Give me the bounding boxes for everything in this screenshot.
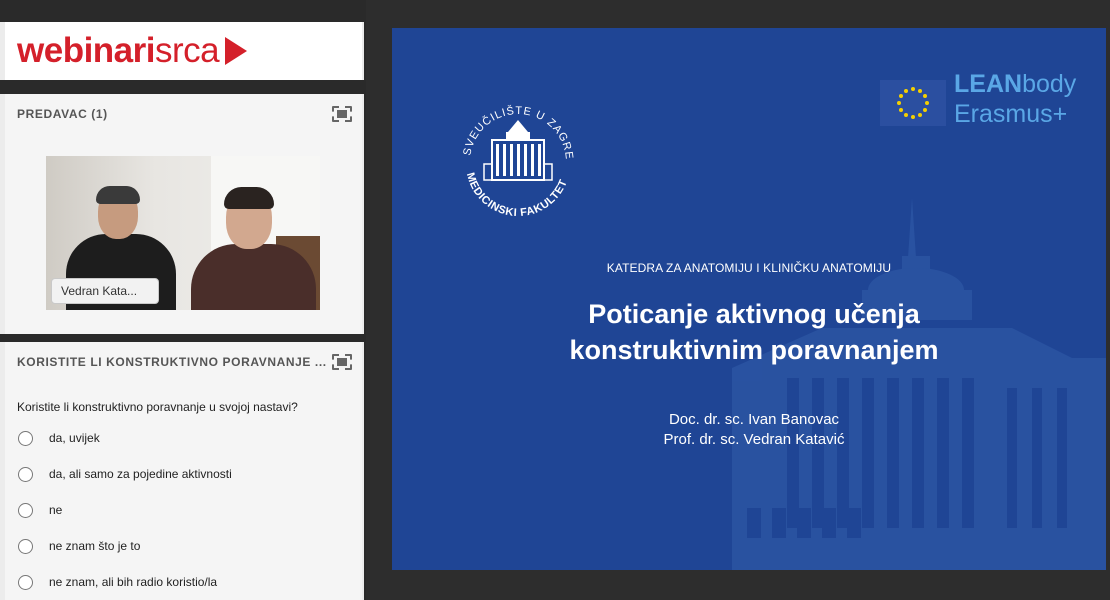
slide-authors: Doc. dr. sc. Ivan Banovac Prof. dr. sc. … [392,410,1106,450]
poll-option[interactable]: da, uvijek [5,420,362,456]
poll-option[interactable]: da, ali samo za pojedine aktivnosti [5,456,362,492]
poll-pod-header: KORISTITE LI KONSTRUKTIVNO PORAVNANJE ..… [5,342,362,382]
university-logo: SVEUČILIŠTE U ZAGREBU MEDICINSKI FAKULTE… [448,84,574,219]
poll-option[interactable]: ne znam što je to [5,528,362,564]
lean-light-text: body [1022,70,1077,98]
poll-pod: KORISTITE LI KONSTRUKTIVNO PORAVNANJE ..… [5,342,362,600]
fullscreen-icon[interactable] [332,106,352,122]
left-panel: webinari srca PREDAVAC (1) Vedran Kata..… [0,0,364,600]
slide-author: Doc. dr. sc. Ivan Banovac [668,411,840,428]
presentation-slide: SVEUČILIŠTE U ZAGREBU MEDICINSKI FAKULTE… [392,28,1106,570]
radio-button[interactable] [18,466,33,482]
poll-option-label: da, uvijek [49,431,100,445]
slide-title-line1: Poticanje aktivnog učenja [588,299,920,329]
webinari-srca-logo: webinari srca [5,22,362,80]
eu-flag-icon [880,80,946,126]
separator-bar [0,80,364,94]
presenter-name-tag: Vedran Kata... [51,278,159,304]
svg-text:MEDICINSKI FAKULTET: MEDICINSKI FAKULTET [464,171,570,219]
poll-pod-title: KORISTITE LI KONSTRUKTIVNO PORAVNANJE ..… [17,355,327,369]
presenter-video: Vedran Kata... [46,156,320,310]
poll-option[interactable]: ne [5,492,362,528]
poll-option-label: ne [49,503,63,517]
poll-option-label: da, ali samo za pojedine aktivnosti [49,467,232,481]
logo-text-bold: webinari [17,31,155,70]
radio-button[interactable] [18,502,33,518]
slide-title-line2: konstruktivnim poravnanjem [569,335,939,365]
logo-arrow-icon [225,37,248,65]
erasmus-logo-text: Erasmus+ [954,100,1068,128]
logo-text-light: srca [154,31,220,70]
poll-options: da, uvijek da, ali samo za pojedine akti… [5,420,362,600]
presenter-pod-header: PREDAVAC (1) [5,94,362,134]
poll-question: Koristite li konstruktivno poravnanje u … [17,400,298,414]
slide-author: Prof. dr. sc. Vedran Katavić [663,431,845,448]
poll-option-label: ne znam što je to [49,539,141,553]
presenter-pod-title: PREDAVAC (1) [17,107,108,121]
top-bar [0,0,364,22]
radio-button[interactable] [18,430,33,446]
fullscreen-icon[interactable] [332,354,352,370]
poll-option[interactable]: ne znam, ali bih radio koristio/la [5,564,362,600]
poll-option-label: ne znam, ali bih radio koristio/la [49,575,218,589]
lean-bold-text: LEAN [954,70,1023,98]
presenter-pod: PREDAVAC (1) Vedran Kata... [5,94,362,334]
presenter-person [191,244,316,310]
pod-separator [0,334,364,342]
slide-department: KATEDRA ZA ANATOMIJU I KLINIČKU ANATOMIJ… [606,261,892,275]
leanbody-logo: LEANbody [954,70,1076,99]
radio-button[interactable] [18,574,33,590]
slide-title: Poticanje aktivnog učenja konstruktivnim… [392,296,1106,368]
radio-button[interactable] [18,538,33,554]
